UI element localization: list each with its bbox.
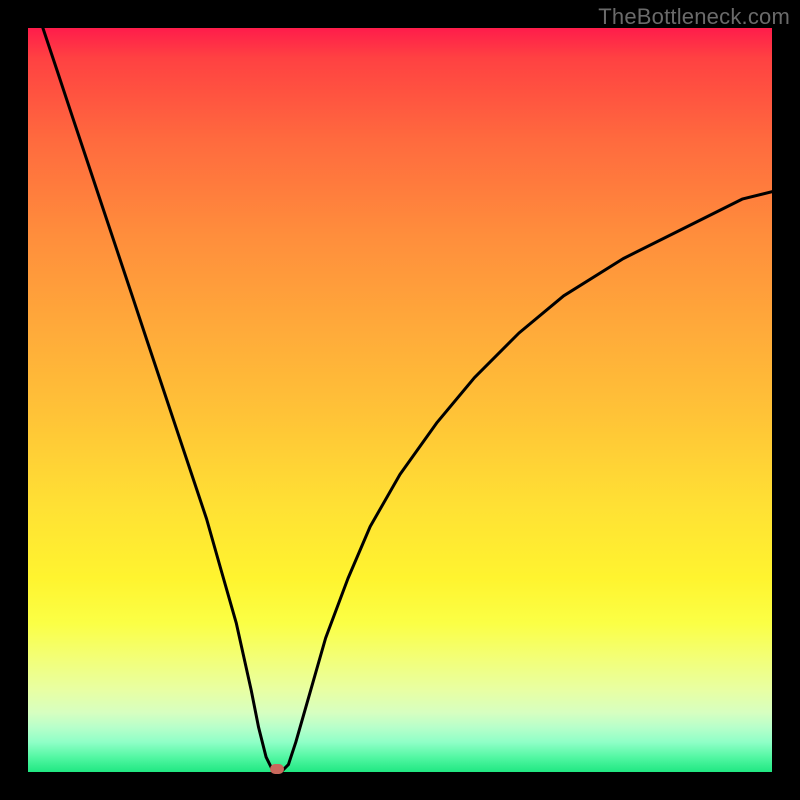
- optimal-point-marker: [270, 764, 284, 774]
- chart-frame: TheBottleneck.com: [0, 0, 800, 800]
- watermark-label: TheBottleneck.com: [598, 4, 790, 30]
- plot-area: [28, 28, 772, 772]
- bottleneck-curve: [28, 28, 772, 772]
